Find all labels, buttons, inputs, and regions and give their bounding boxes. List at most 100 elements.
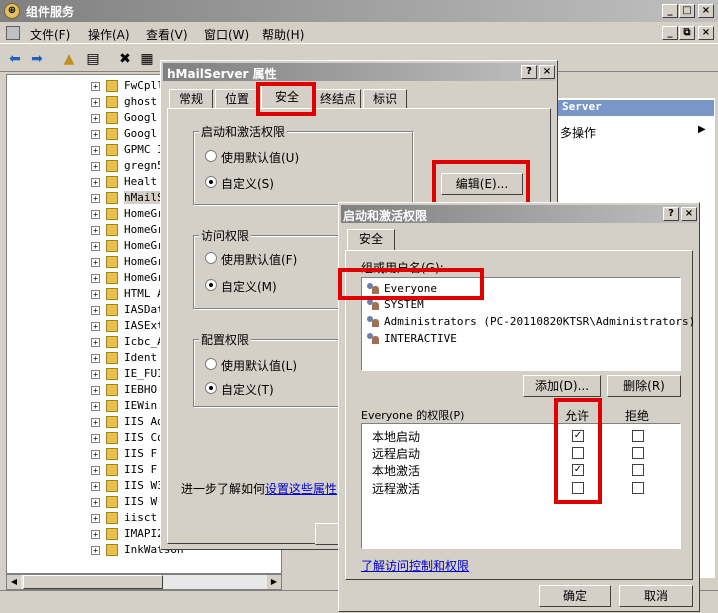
- expand-icon[interactable]: +: [91, 353, 100, 363]
- launch-title-bar[interactable]: 启动和激活权限 ? ×: [341, 205, 697, 223]
- tab-endpoints[interactable]: 终结点: [315, 89, 361, 109]
- tab-general[interactable]: 常规: [169, 89, 213, 109]
- learn-more-text: 进一步了解如何: [181, 482, 266, 496]
- remove-user-button[interactable]: 删除(R): [607, 375, 681, 397]
- menu-help[interactable]: 帮助(H): [262, 26, 304, 43]
- expand-icon[interactable]: +: [91, 81, 100, 91]
- properties-title-bar[interactable]: hMailServer 属性 ? ×: [163, 63, 555, 81]
- expand-icon[interactable]: +: [91, 289, 100, 299]
- expand-icon[interactable]: +: [91, 369, 100, 379]
- expand-icon[interactable]: +: [91, 177, 100, 187]
- access-custom-radio[interactable]: [205, 279, 217, 291]
- delete-icon[interactable]: ✖: [116, 50, 134, 68]
- child-close-button[interactable]: ×: [698, 26, 714, 40]
- user-item-administrators[interactable]: Administrators (PC-20110820KTSR\Administ…: [366, 315, 695, 331]
- expand-icon[interactable]: +: [91, 273, 100, 283]
- expand-icon[interactable]: +: [91, 129, 100, 139]
- close-button[interactable]: ×: [698, 4, 714, 18]
- properties-icon[interactable]: ▦: [138, 50, 156, 68]
- perm-remote-activation-deny-checkbox[interactable]: [632, 482, 644, 494]
- access-default-radio[interactable]: [205, 252, 217, 264]
- config-custom-label[interactable]: 自定义(T): [221, 381, 274, 398]
- expand-icon[interactable]: +: [91, 113, 100, 123]
- expand-icon[interactable]: +: [91, 257, 100, 267]
- expand-icon[interactable]: +: [91, 145, 100, 155]
- main-title-bar[interactable]: ⊕ 组件服务 _ □ ×: [0, 0, 718, 22]
- user-item-system[interactable]: SYSTEM: [366, 298, 424, 314]
- launch-custom-label[interactable]: 自定义(S): [221, 175, 274, 192]
- access-custom-label[interactable]: 自定义(M): [221, 278, 277, 295]
- expand-icon[interactable]: +: [91, 497, 100, 507]
- component-icon: [106, 240, 118, 252]
- scroll-right-icon[interactable]: ▶: [267, 575, 281, 589]
- launch-help-button[interactable]: ?: [663, 207, 679, 221]
- expand-icon[interactable]: +: [91, 97, 100, 107]
- config-custom-radio[interactable]: [205, 382, 217, 394]
- properties-title: hMailServer 属性: [167, 67, 277, 81]
- tab-identity[interactable]: 标识: [363, 89, 407, 109]
- expand-icon[interactable]: +: [91, 481, 100, 491]
- expand-icon[interactable]: +: [91, 385, 100, 395]
- tree-horizontal-scrollbar[interactable]: ◀ ▶: [6, 574, 282, 590]
- add-user-button[interactable]: 添加(D)...: [523, 375, 601, 397]
- expand-icon[interactable]: +: [91, 209, 100, 219]
- component-icon: [106, 416, 118, 428]
- access-default-label[interactable]: 使用默认值(F): [221, 251, 297, 268]
- config-default-label[interactable]: 使用默认值(L): [221, 357, 297, 374]
- component-icon: [106, 432, 118, 444]
- user-item-interactive[interactable]: INTERACTIVE: [366, 332, 457, 348]
- component-icon: [106, 400, 118, 412]
- maximize-button[interactable]: □: [679, 4, 695, 18]
- expand-icon[interactable]: +: [91, 225, 100, 235]
- menu-file[interactable]: 文件(F): [30, 26, 70, 43]
- child-restore-button[interactable]: ⧉: [679, 26, 695, 40]
- expand-icon[interactable]: +: [91, 433, 100, 443]
- expand-icon[interactable]: +: [91, 241, 100, 251]
- expand-icon[interactable]: +: [91, 465, 100, 475]
- properties-help-button[interactable]: ?: [521, 65, 537, 79]
- expand-icon[interactable]: +: [91, 321, 100, 331]
- perm-local-launch-deny-checkbox[interactable]: [632, 430, 644, 442]
- expand-icon[interactable]: +: [91, 417, 100, 427]
- forward-arrow-icon[interactable]: ➡: [28, 50, 46, 68]
- ok-button[interactable]: 确定: [539, 585, 611, 607]
- expand-icon[interactable]: +: [91, 193, 100, 203]
- tab-location[interactable]: 位置: [215, 89, 259, 109]
- expand-icon[interactable]: +: [91, 337, 100, 347]
- perm-remote-launch-deny-checkbox[interactable]: [632, 447, 644, 459]
- expand-icon[interactable]: +: [91, 401, 100, 411]
- access-control-link[interactable]: 了解访问控制和权限: [361, 557, 469, 574]
- perm-local-activation-deny-checkbox[interactable]: [632, 464, 644, 476]
- launch-default-radio[interactable]: [205, 150, 217, 162]
- learn-more-link[interactable]: 设置这些属性: [265, 480, 337, 497]
- more-actions-arrow-icon[interactable]: ▶: [698, 124, 706, 135]
- up-folder-icon[interactable]: ▲: [60, 50, 78, 68]
- expand-icon[interactable]: +: [91, 513, 100, 523]
- launch-permissions-dialog: 启动和激活权限 ? × 安全 组或用户名(G): Everyone SYSTEM…: [338, 202, 700, 612]
- more-actions[interactable]: 多操作: [560, 124, 596, 141]
- launch-close-button[interactable]: ×: [681, 207, 697, 221]
- expand-icon[interactable]: +: [91, 449, 100, 459]
- expand-icon[interactable]: +: [91, 161, 100, 171]
- cancel-button[interactable]: 取消: [619, 585, 693, 607]
- config-default-radio[interactable]: [205, 358, 217, 370]
- component-icon: [106, 304, 118, 316]
- launch-custom-radio[interactable]: [205, 176, 217, 188]
- scroll-thumb[interactable]: [23, 575, 163, 589]
- menu-window[interactable]: 窗口(W): [204, 26, 249, 43]
- expand-icon[interactable]: +: [91, 545, 100, 555]
- show-tree-icon[interactable]: ▤: [84, 50, 102, 68]
- properties-close-button[interactable]: ×: [539, 65, 555, 79]
- scroll-left-icon[interactable]: ◀: [7, 575, 21, 589]
- minimize-button[interactable]: _: [662, 4, 678, 18]
- menu-action[interactable]: 操作(A): [88, 26, 130, 43]
- menu-view[interactable]: 查看(V): [146, 26, 188, 43]
- config-permissions-label: 配置权限: [199, 331, 252, 348]
- perm-local-activation: 本地激活: [372, 464, 421, 478]
- launch-default-label[interactable]: 使用默认值(U): [221, 149, 299, 166]
- expand-icon[interactable]: +: [91, 305, 100, 315]
- expand-icon[interactable]: +: [91, 529, 100, 539]
- launch-tab-security[interactable]: 安全: [347, 229, 395, 251]
- back-arrow-icon[interactable]: ⬅: [6, 50, 24, 68]
- child-minimize-button[interactable]: _: [662, 26, 678, 40]
